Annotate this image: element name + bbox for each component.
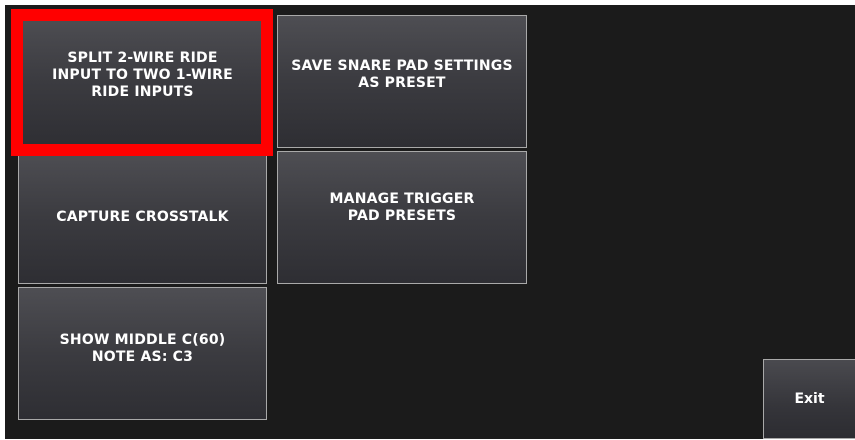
save-snare-preset-button[interactable]: SAVE SNARE PAD SETTINGS AS PRESET — [277, 15, 527, 148]
exit-label: Exit — [794, 391, 825, 407]
exit-button[interactable]: Exit — [763, 359, 855, 439]
split-ride-input-button[interactable]: SPLIT 2-WIRE RIDE INPUT TO TWO 1-WIRE RI… — [18, 15, 267, 149]
manage-trigger-presets-button[interactable]: MANAGE TRIGGER PAD PRESETS — [277, 151, 527, 284]
split-ride-input-label: SPLIT 2-WIRE RIDE INPUT TO TWO 1-WIRE RI… — [52, 49, 233, 100]
capture-crosstalk-label: CAPTURE CROSSTALK — [56, 209, 229, 225]
show-middle-c-label: SHOW MIDDLE C(60) NOTE AS: C3 — [59, 331, 226, 365]
settings-screen: SPLIT 2-WIRE RIDE INPUT TO TWO 1-WIRE RI… — [5, 5, 855, 439]
capture-crosstalk-button[interactable]: CAPTURE CROSSTALK — [18, 151, 267, 284]
save-snare-preset-label: SAVE SNARE PAD SETTINGS AS PRESET — [291, 57, 513, 91]
show-middle-c-button[interactable]: SHOW MIDDLE C(60) NOTE AS: C3 — [18, 287, 267, 420]
manage-trigger-presets-label: MANAGE TRIGGER PAD PRESETS — [329, 190, 475, 224]
